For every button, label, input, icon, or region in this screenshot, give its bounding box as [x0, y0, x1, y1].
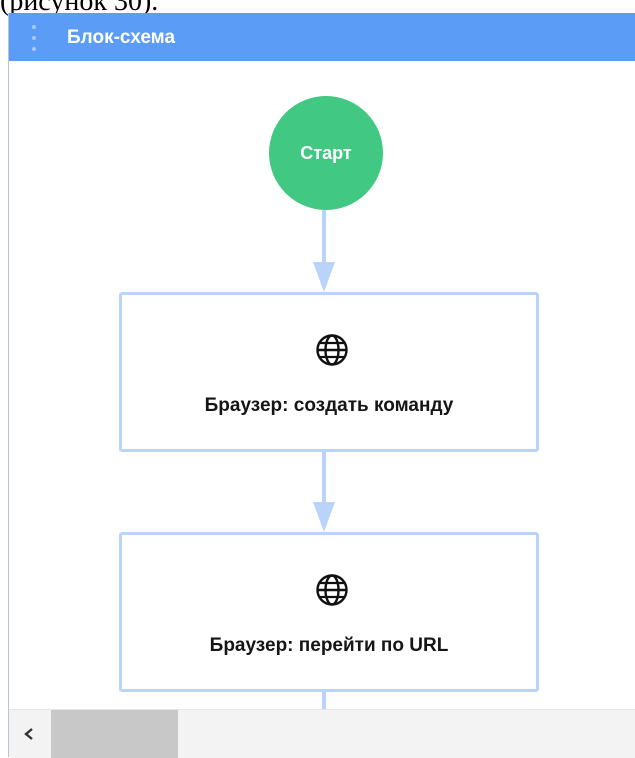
start-node-label: Старт: [300, 142, 352, 163]
flowchart-node[interactable]: Браузер: перейти по URL: [119, 532, 539, 692]
scrollbar-thumb[interactable]: [51, 710, 178, 758]
globe-icon: [316, 334, 348, 366]
flowchart-node[interactable]: Браузер: создать команду: [119, 292, 539, 452]
node-label: Браузер: создать команду: [204, 395, 454, 416]
connector-line: [322, 452, 326, 502]
horizontal-scrollbar[interactable]: [9, 709, 635, 758]
panel-title: Блок-схема: [67, 27, 176, 48]
connector-line: [322, 210, 326, 262]
drag-handle-icon[interactable]: [32, 25, 36, 51]
flowchart-panel: Блок-схема Старт Браузер: создать команд…: [8, 13, 635, 758]
chevron-left-icon: [24, 728, 33, 740]
arrow-down-icon: [313, 262, 335, 292]
arrow-down-icon: [313, 502, 335, 532]
scroll-left-button[interactable]: [9, 710, 49, 758]
globe-icon: [316, 574, 348, 606]
panel-header: Блок-схема: [9, 13, 635, 61]
flowchart-canvas[interactable]: Старт Браузер: создать команду Браузер: …: [9, 61, 635, 709]
node-label: Браузер: перейти по URL: [209, 635, 449, 656]
start-node[interactable]: Старт: [269, 96, 383, 210]
connector-line: [322, 692, 326, 709]
